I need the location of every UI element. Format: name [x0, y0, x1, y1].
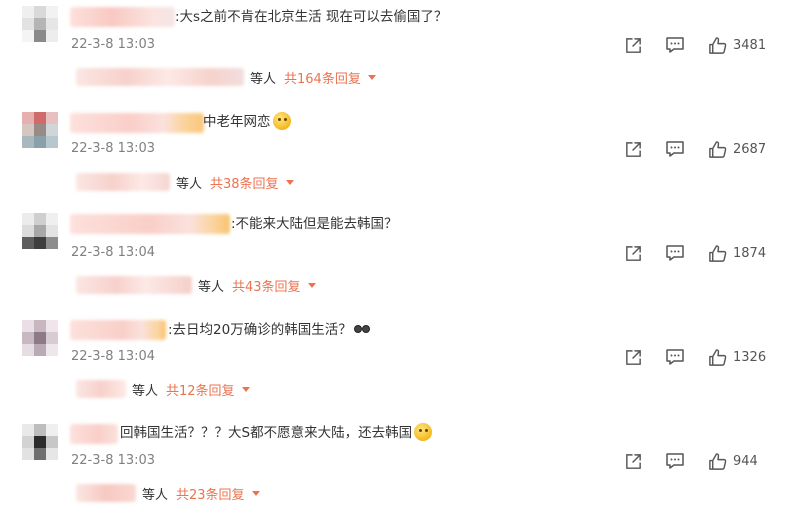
comment-text: :大s之前不肯在北京生活 现在可以去偷国了？	[175, 9, 448, 25]
thumbs-up-icon[interactable]	[707, 35, 727, 55]
reply-people-label: 等人	[250, 71, 277, 87]
like-count: 1874	[733, 245, 767, 261]
avatar[interactable]	[22, 320, 58, 356]
comment-time: 22-3-8 13:04	[71, 349, 156, 364]
reply-usernames-blurred	[76, 276, 192, 294]
reply-people-label: 等人	[198, 279, 225, 295]
caret-down-icon[interactable]	[251, 490, 260, 496]
caret-down-icon[interactable]	[285, 179, 294, 185]
comment-time: 22-3-8 13:03	[71, 141, 156, 156]
reply-total-link[interactable]: 共164条回复	[284, 68, 361, 87]
avatar[interactable]	[22, 424, 58, 460]
like-count: 944	[733, 453, 758, 469]
username-blurred[interactable]	[70, 424, 118, 444]
thumbs-up-icon[interactable]	[707, 451, 727, 471]
reply-total-link[interactable]: 共12条回复	[166, 380, 235, 399]
username-blurred[interactable]	[70, 214, 230, 234]
reply-summary[interactable]: 等人 共43条回复	[76, 274, 316, 296]
sunglasses-emoji	[353, 324, 370, 334]
username-blurred[interactable]	[70, 7, 175, 27]
reply-total-link[interactable]: 共43条回复	[232, 276, 301, 295]
share-icon[interactable]	[623, 347, 643, 367]
reply-total-link[interactable]: 共23条回复	[176, 484, 245, 503]
share-icon[interactable]	[623, 139, 643, 159]
comment-text: 中老年网恋	[203, 112, 291, 132]
comment-icon[interactable]	[665, 347, 685, 367]
share-icon[interactable]	[623, 35, 643, 55]
comment-actions: 3481	[623, 35, 767, 55]
comment-time: 22-3-8 13:03	[71, 453, 156, 468]
avatar[interactable]	[22, 112, 58, 148]
share-icon[interactable]	[623, 243, 643, 263]
avatar[interactable]	[22, 6, 58, 42]
comment-text: 回韩国生活？？？大S都不愿意来大陆，还去韩国	[120, 423, 433, 443]
username-blurred[interactable]	[70, 113, 204, 133]
caret-down-icon[interactable]	[307, 282, 316, 288]
like-count: 3481	[733, 37, 767, 53]
comment-icon[interactable]	[665, 451, 685, 471]
comment-time: 22-3-8 13:04	[71, 245, 156, 260]
comment-actions: 944	[623, 451, 767, 471]
crying-laughing-emoji	[272, 112, 291, 130]
reply-summary[interactable]: 等人 共23条回复	[76, 482, 260, 504]
reply-summary[interactable]: 等人 共164条回复	[76, 66, 376, 88]
comment-item: :大s之前不肯在北京生活 现在可以去偷国了？ 22-3-8 13:03 3481…	[0, 0, 787, 104]
comment-icon[interactable]	[665, 139, 685, 159]
reply-summary[interactable]: 等人 共12条回复	[76, 378, 250, 400]
avatar[interactable]	[22, 213, 58, 249]
caret-down-icon[interactable]	[367, 74, 376, 80]
reply-usernames-blurred	[76, 380, 126, 398]
comment-text: :不能来大陆但是能去韩国？	[231, 216, 398, 232]
comment-icon[interactable]	[665, 35, 685, 55]
comment-time: 22-3-8 13:03	[71, 37, 156, 52]
reply-people-label: 等人	[142, 487, 169, 503]
share-icon[interactable]	[623, 451, 643, 471]
like-count: 2687	[733, 141, 767, 157]
reply-usernames-blurred	[76, 484, 136, 502]
comment-actions: 2687	[623, 139, 767, 159]
sweat-emoji	[414, 423, 433, 441]
reply-usernames-blurred	[76, 68, 244, 86]
reply-people-label: 等人	[132, 383, 159, 399]
comment-item: :不能来大陆但是能去韩国？ 22-3-8 13:04 1874 等人 共43条回…	[0, 208, 787, 312]
comment-actions: 1874	[623, 243, 767, 263]
username-blurred[interactable]	[70, 320, 166, 340]
comment-item: 回韩国生活？？？大S都不愿意来大陆，还去韩国 22-3-8 13:03 944 …	[0, 416, 787, 520]
comment-text: :去日均20万确诊的韩国生活？	[168, 320, 370, 340]
comment-item: 中老年网恋 22-3-8 13:03 2687 等人 共38条回复	[0, 104, 787, 208]
thumbs-up-icon[interactable]	[707, 243, 727, 263]
like-count: 1326	[733, 349, 767, 365]
comment-item: :去日均20万确诊的韩国生活？ 22-3-8 13:04 1326 等人 共12…	[0, 312, 787, 416]
reply-people-label: 等人	[176, 176, 203, 192]
reply-total-link[interactable]: 共38条回复	[210, 173, 279, 192]
thumbs-up-icon[interactable]	[707, 139, 727, 159]
comment-icon[interactable]	[665, 243, 685, 263]
reply-usernames-blurred	[76, 173, 170, 191]
reply-summary[interactable]: 等人 共38条回复	[76, 171, 294, 193]
comment-actions: 1326	[623, 347, 767, 367]
caret-down-icon[interactable]	[241, 386, 250, 392]
thumbs-up-icon[interactable]	[707, 347, 727, 367]
